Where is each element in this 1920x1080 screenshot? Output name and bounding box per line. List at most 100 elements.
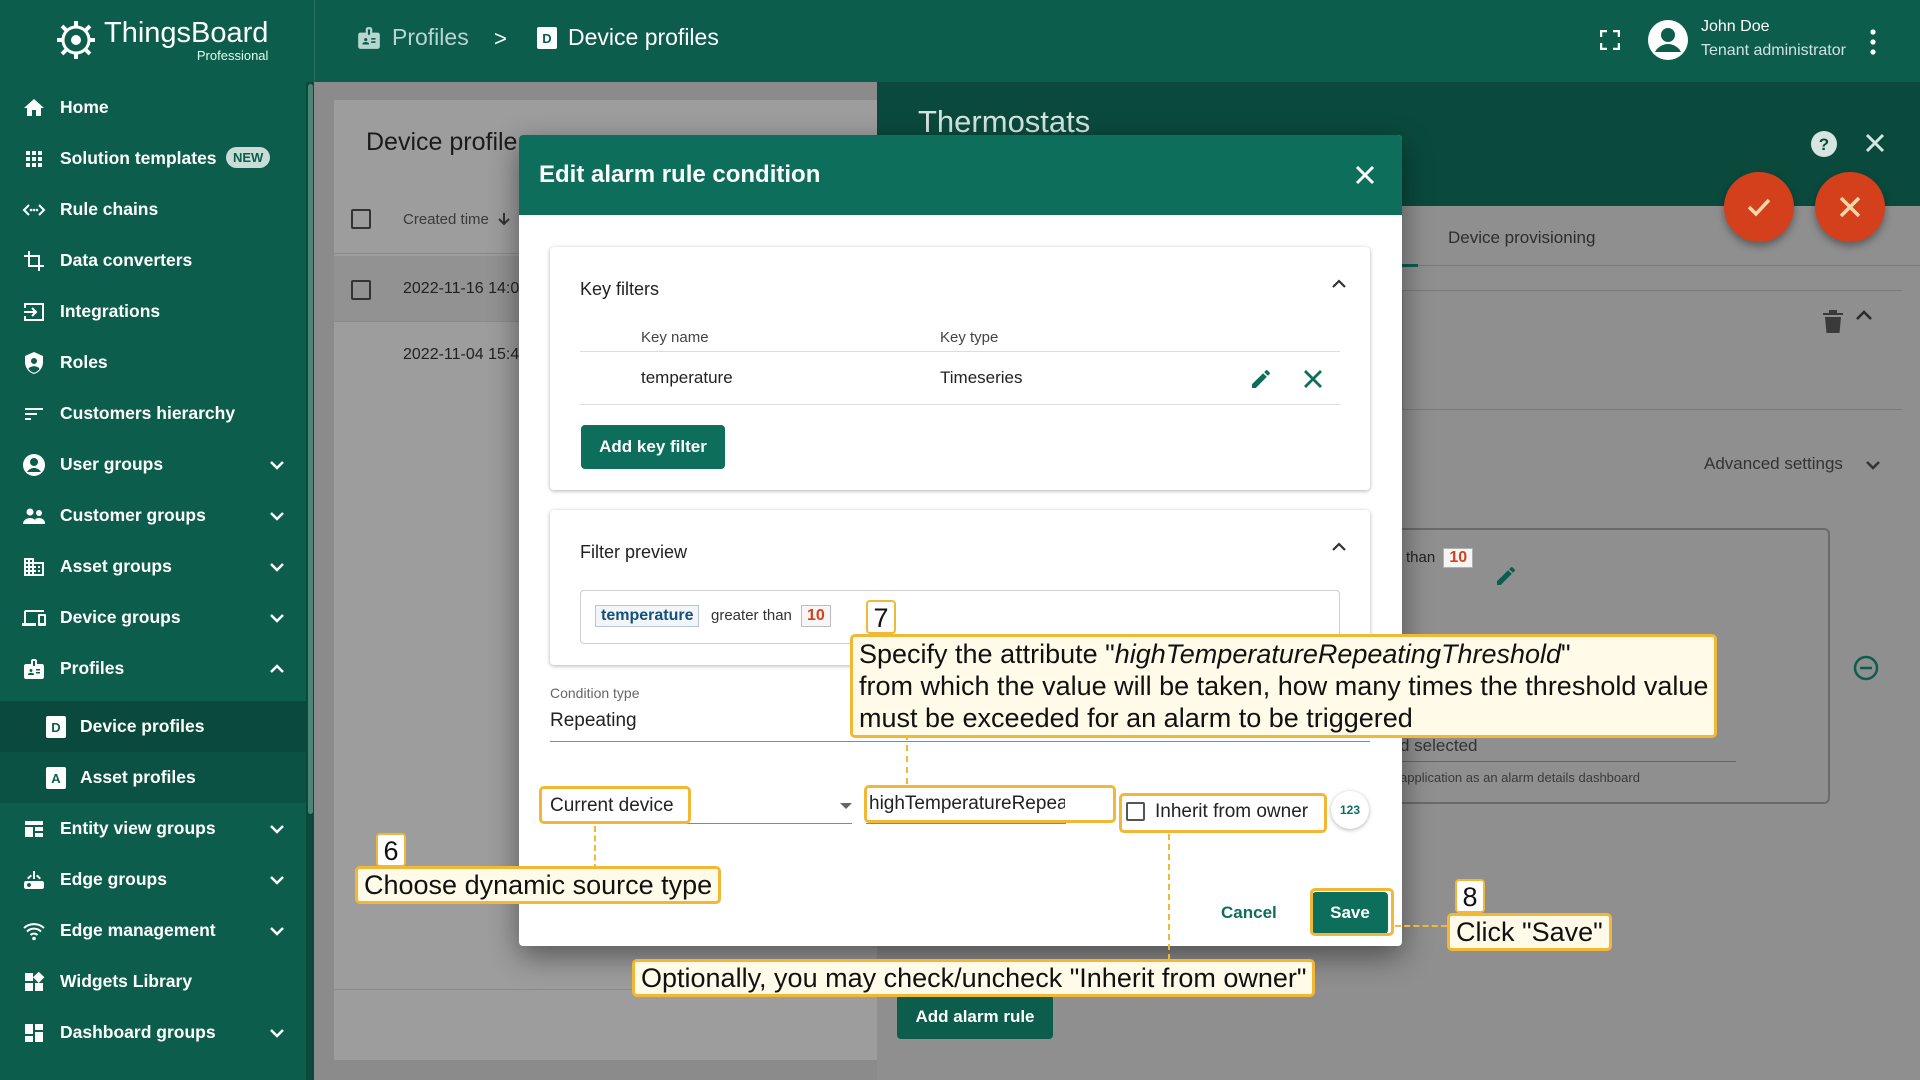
sidebar-item-asset-profiles[interactable]: A Asset profiles (0, 752, 306, 803)
connector-line (906, 734, 908, 784)
column-created-time[interactable]: Created time (403, 211, 511, 228)
step-7-badge: 7 (866, 600, 896, 634)
breadcrumb-profiles[interactable]: Profiles (356, 24, 469, 51)
tab-device-provisioning[interactable]: Device provisioning (1448, 228, 1595, 248)
svg-text:?: ? (1819, 135, 1829, 154)
close-icon[interactable] (1355, 165, 1375, 185)
sidebar-item-roles[interactable]: Roles (0, 337, 306, 388)
add-alarm-rule-button[interactable]: Add alarm rule (897, 995, 1053, 1039)
logo-name: ThingsBoard (104, 16, 269, 49)
value-type-toggle[interactable]: 123 (1331, 791, 1369, 829)
sidebar-item-dashboard-groups[interactable]: Dashboard groups (0, 1007, 306, 1058)
sidebar-item-customers-hierarchy[interactable]: Customers hierarchy (0, 388, 306, 439)
sidebar-item-edge-groups[interactable]: Edge groups (0, 854, 306, 905)
breadcrumb-separator: > (494, 26, 507, 51)
chevron-down-icon[interactable] (268, 609, 286, 627)
inherit-callout: Optionally, you may check/uncheck "Inher… (632, 959, 1316, 997)
sidebar-item-label: Edge management (60, 920, 216, 940)
chevron-up-icon[interactable] (1330, 275, 1348, 293)
transform-icon (24, 251, 44, 271)
column-key-name: Key name (641, 329, 709, 346)
sidebar-item-solution-templates[interactable]: Solution templates NEW (0, 133, 306, 184)
chevron-down-icon[interactable] (268, 558, 286, 576)
avatar[interactable] (1648, 20, 1688, 60)
top-bar: ThingsBoard Professional Profiles > D De… (0, 0, 1920, 82)
step-6-badge: 6 (376, 833, 406, 867)
condition-type-select[interactable]: Repeating (550, 710, 637, 732)
add-key-filter-button[interactable]: Add key filter (581, 425, 725, 469)
chevron-up-icon[interactable] (1854, 306, 1874, 326)
step-7-line-1: Specify the attribute "highTemperatureRe… (859, 639, 1571, 669)
sidebar-item-home[interactable]: Home (0, 82, 306, 133)
chevron-down-icon[interactable] (268, 871, 286, 889)
thingsboard-logo-icon (57, 21, 95, 59)
device-profile-icon: D (46, 716, 66, 738)
chevron-down-icon[interactable] (268, 507, 286, 525)
sidebar-item-user-groups[interactable]: User groups (0, 439, 306, 490)
row-checkbox[interactable] (351, 280, 371, 300)
step-6-callout: Choose dynamic source type (355, 866, 722, 904)
devices-icon (22, 610, 46, 626)
sidebar-item-label: Data converters (60, 250, 193, 270)
cancel-button[interactable]: Cancel (1221, 903, 1277, 923)
active-tab-indicator (1400, 264, 1418, 267)
chevron-up-icon[interactable] (1330, 538, 1348, 556)
pencil-icon[interactable] (1249, 367, 1273, 391)
logo[interactable]: ThingsBoard Professional (54, 18, 268, 62)
sidebar-item-device-profiles[interactable]: D Device profiles (0, 701, 306, 752)
sidebar-item-device-groups[interactable]: Device groups (0, 592, 306, 643)
sidebar-item-label: Solution templates (60, 148, 217, 168)
more-vert-icon[interactable] (1868, 28, 1878, 56)
step-8-badge: 8 (1455, 879, 1485, 913)
help-icon[interactable]: ? (1810, 130, 1838, 158)
sidebar-item-rule-chains[interactable]: Rule chains (0, 184, 306, 235)
sidebar-item-asset-groups[interactable]: Asset groups (0, 541, 306, 592)
chevron-down-icon[interactable] (268, 456, 286, 474)
chevron-down-icon[interactable] (268, 1024, 286, 1042)
condition-summary: than 10 (1406, 548, 1474, 568)
sidebar-item-label: Widgets Library (60, 971, 193, 991)
sidebar-item-customer-groups[interactable]: Customer groups (0, 490, 306, 541)
key-name-cell: temperature (641, 368, 733, 387)
list-title: Device profile (366, 128, 518, 156)
sidebar-item-label: Integrations (60, 301, 161, 321)
domain-icon (24, 558, 44, 576)
sidebar-item-label: Device groups (60, 607, 181, 627)
table-header-divider (580, 351, 1340, 352)
user-name: John Doe (1701, 18, 1770, 35)
chevron-down-icon[interactable] (1864, 456, 1882, 474)
chevron-down-icon[interactable] (268, 922, 286, 940)
remove-circle-icon[interactable] (1852, 654, 1880, 682)
pencil-icon[interactable] (1494, 564, 1518, 588)
sidebar-item-widgets-library[interactable]: Widgets Library (0, 956, 306, 1007)
close-icon[interactable] (1864, 132, 1886, 154)
topbar-divider (314, 0, 315, 82)
sidebar-item-data-converters[interactable]: Data converters (0, 235, 306, 286)
chevron-down-icon[interactable] (268, 820, 286, 838)
fullscreen-icon[interactable] (1600, 30, 1620, 50)
account-icon (23, 454, 45, 476)
breadcrumb-device-profiles[interactable]: D Device profiles (536, 24, 719, 51)
svg-text:D: D (542, 31, 551, 46)
dashboard-hint: application as an alarm details dashboar… (1400, 770, 1640, 785)
wifi-icon (23, 923, 45, 941)
connector-line (1395, 925, 1447, 927)
arrow-down-icon (498, 213, 510, 226)
step-7-line-2: from which the value will be taken, how … (859, 671, 1709, 701)
sidebar-item-label: User groups (60, 454, 164, 474)
sidebar-item-profiles[interactable]: Profiles (0, 643, 306, 694)
sidebar-scrollbar-thumb[interactable] (308, 84, 313, 814)
delete-key-filter-icon[interactable] (1302, 368, 1324, 390)
sidebar-item-entity-view-groups[interactable]: Entity view groups (0, 803, 306, 854)
select-all-checkbox[interactable] (351, 209, 371, 229)
condition-type-underline (550, 741, 1370, 742)
dropdown-arrow-icon[interactable] (840, 803, 852, 809)
chevron-up-icon[interactable] (268, 660, 286, 678)
sidebar-item-edge-management[interactable]: Edge management (0, 905, 306, 956)
delete-icon[interactable] (1822, 310, 1844, 334)
logo-subtitle: Professional (196, 47, 269, 63)
sidebar-item-label: Asset profiles (80, 767, 196, 787)
advanced-settings-label[interactable]: Advanced settings (1704, 454, 1843, 474)
sidebar-item-label: Profiles (60, 658, 125, 678)
sidebar-item-integrations[interactable]: Integrations (0, 286, 306, 337)
